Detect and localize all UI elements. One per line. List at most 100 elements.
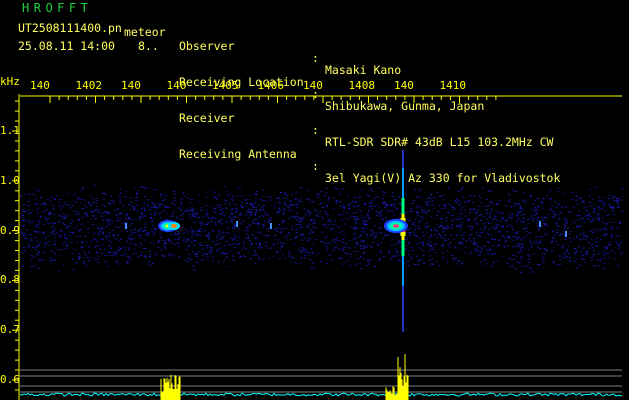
noise-pixel [409, 211, 412, 213]
noise-pixel [620, 196, 623, 198]
noise-pixel [254, 213, 256, 215]
noise-pixel [512, 259, 515, 261]
x-tick-label: 1402 [75, 79, 103, 92]
noise-pixel [179, 214, 182, 216]
noise-pixel [295, 191, 298, 193]
noise-pixel [47, 223, 50, 225]
noise-pixel [520, 247, 523, 249]
noise-pixel [295, 224, 298, 225]
noise-pixel [136, 192, 139, 194]
noise-pixel [62, 222, 65, 224]
noise-pixel [518, 236, 521, 238]
noise-pixel [266, 234, 269, 236]
noise-pixel [613, 252, 616, 254]
noise-pixel [139, 215, 142, 217]
noise-pixel [126, 213, 129, 215]
noise-pixel [310, 248, 313, 250]
noise-pixel [335, 202, 338, 204]
noise-pixel [369, 234, 372, 236]
noise-pixel [446, 261, 449, 263]
noise-pixel [612, 214, 615, 216]
noise-pixel [581, 255, 584, 257]
noise-pixel [396, 208, 399, 210]
noise-pixel [279, 202, 282, 204]
noise-pixel [514, 190, 517, 192]
noise-pixel [485, 209, 488, 211]
noise-pixel [27, 213, 30, 215]
noise-pixel [133, 206, 136, 208]
noise-pixel [192, 265, 195, 267]
noise-pixel [193, 230, 196, 232]
noise-pixel [523, 214, 526, 215]
noise-pixel [550, 207, 553, 209]
noise-pixel [412, 200, 415, 202]
noise-pixel [372, 233, 375, 235]
noise-pixel [608, 222, 611, 223]
noise-pixel [414, 189, 417, 191]
noise-pixel [320, 216, 323, 218]
noise-pixel [536, 225, 539, 227]
noise-pixel [368, 218, 371, 219]
noise-pixel [314, 219, 317, 221]
noise-pixel [267, 220, 270, 222]
noise-pixel [193, 266, 196, 268]
noise-pixel [550, 198, 553, 200]
noise-pixel [185, 248, 188, 250]
meteor-trail [402, 152, 404, 154]
noise-pixel [214, 218, 217, 220]
noise-pixel [300, 262, 303, 264]
noise-pixel [463, 209, 466, 211]
noise-pixel [514, 235, 517, 237]
noise-pixel [621, 210, 624, 212]
meteor-trail [402, 328, 404, 330]
noise-pixel [130, 205, 133, 207]
noise-pixel [351, 213, 354, 215]
noise-pixel [288, 250, 291, 252]
meteor-trail [402, 290, 404, 292]
noise-pixel [84, 254, 87, 256]
noise-pixel [608, 241, 611, 243]
noise-pixel [154, 212, 157, 214]
noise-pixel [255, 219, 258, 221]
noise-pixel [434, 243, 437, 245]
noise-pixel [291, 215, 294, 217]
noise-pixel [215, 236, 218, 238]
noise-pixel [49, 200, 52, 202]
noise-pixel [57, 270, 60, 272]
noise-pixel [302, 216, 305, 218]
noise-pixel [204, 215, 207, 217]
noise-pixel [544, 248, 547, 250]
noise-pixel [618, 247, 621, 249]
noise-pixel [556, 232, 559, 233]
noise-pixel [538, 264, 541, 266]
y-tick-label: 0.9 [0, 223, 20, 237]
noise-pixel [31, 209, 34, 211]
noise-pixel [300, 187, 303, 189]
noise-pixel [375, 205, 377, 207]
noise-pixel [163, 205, 166, 207]
noise-pixel [20, 213, 23, 215]
noise-pixel [523, 221, 526, 223]
noise-pixel [81, 208, 84, 209]
noise-pixel [499, 220, 502, 222]
noise-pixel [428, 250, 431, 252]
noise-pixel [186, 238, 189, 240]
noise-pixel [430, 235, 433, 237]
noise-pixel [523, 248, 526, 250]
noise-pixel [151, 230, 153, 232]
noise-pixel [354, 200, 357, 202]
noise-pixel [276, 242, 279, 244]
noise-pixel [28, 222, 31, 224]
noise-pixel [325, 246, 328, 248]
noise-pixel [617, 236, 620, 238]
noise-pixel [380, 232, 383, 234]
noise-pixel [300, 252, 303, 254]
noise-pixel [254, 214, 257, 216]
noise-pixel [79, 235, 82, 237]
noise-pixel [357, 205, 360, 207]
noise-pixel [228, 250, 231, 252]
noise-pixel [559, 263, 562, 265]
noise-band [20, 184, 624, 273]
noise-pixel [334, 220, 337, 222]
noise-pixel [207, 222, 210, 224]
